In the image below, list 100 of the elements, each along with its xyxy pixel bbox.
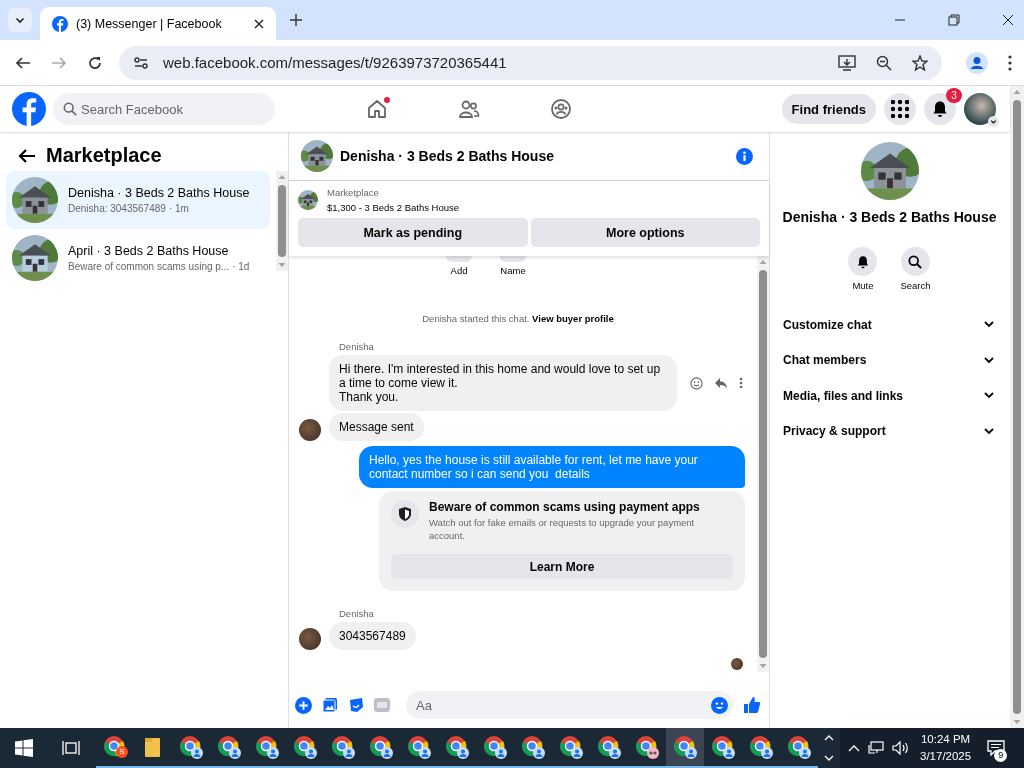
browser-icon[interactable] bbox=[596, 734, 622, 760]
site-settings-icon[interactable] bbox=[133, 54, 149, 71]
details-section[interactable]: Media, files and links bbox=[783, 378, 996, 414]
bell-icon[interactable] bbox=[931, 100, 949, 118]
message-bubble: Message sent bbox=[329, 413, 424, 441]
profile-icon[interactable] bbox=[966, 51, 988, 74]
reply-icon[interactable] bbox=[714, 377, 728, 389]
details-section[interactable]: Privacy & support bbox=[783, 413, 996, 449]
group-icon[interactable] bbox=[550, 98, 572, 120]
close-icon[interactable] bbox=[1002, 14, 1014, 26]
message-bubble: 3043567489 bbox=[329, 622, 416, 650]
listing-action-button[interactable]: More options bbox=[530, 218, 760, 247]
message-preview: Denisha: 3043567489 bbox=[68, 203, 166, 214]
clock-date[interactable]: 3/17/2025 bbox=[920, 748, 972, 765]
learn-more-button[interactable]: Learn More bbox=[391, 554, 733, 579]
browser-tab[interactable]: (3) Messenger | Facebook bbox=[40, 7, 276, 40]
sticker-icon[interactable] bbox=[348, 697, 364, 713]
caret-icon[interactable] bbox=[15, 15, 25, 25]
facebook-logo-icon[interactable] bbox=[12, 92, 46, 126]
browser-icon[interactable] bbox=[292, 734, 318, 760]
action-label: Search bbox=[900, 280, 931, 291]
thumbs-up-icon[interactable] bbox=[743, 696, 761, 714]
message-time: · 1d bbox=[232, 261, 250, 272]
mute-button[interactable] bbox=[848, 247, 878, 276]
quick-action-button[interactable]: Name bbox=[500, 256, 526, 276]
section-title: Customize chat bbox=[783, 317, 872, 332]
account-avatar[interactable] bbox=[964, 93, 996, 125]
grid-icon[interactable] bbox=[891, 100, 909, 118]
browser-icon[interactable] bbox=[520, 734, 546, 760]
emoji-icon[interactable] bbox=[711, 696, 728, 714]
sender-name: Denisha bbox=[339, 608, 375, 619]
browser-icon[interactable] bbox=[748, 734, 774, 760]
browser-icon[interactable] bbox=[368, 734, 394, 760]
address-bar[interactable]: web.facebook.com/messages/t/9263973720365441 bbox=[119, 45, 942, 80]
network-icon[interactable] bbox=[868, 741, 884, 755]
browser-icon[interactable] bbox=[558, 734, 584, 760]
system-message: Denisha started this chat. View buyer profile bbox=[421, 313, 615, 324]
caret-icon[interactable] bbox=[988, 116, 999, 127]
avatar bbox=[731, 658, 743, 670]
browser-icon[interactable] bbox=[216, 734, 242, 760]
tab-search-button[interactable] bbox=[8, 8, 32, 32]
conversation-item[interactable]: April · 3 Beds 2 Baths House Beware of common scams using p... · 1d bbox=[6, 229, 270, 287]
menu-button[interactable] bbox=[884, 93, 916, 125]
browser-icon[interactable] bbox=[178, 734, 204, 760]
install-icon[interactable] bbox=[838, 54, 856, 71]
search-button[interactable] bbox=[901, 247, 930, 276]
search-icon[interactable] bbox=[908, 254, 923, 269]
notification-center-icon[interactable] bbox=[987, 740, 1006, 756]
clock-time[interactable]: 10:24 PM bbox=[920, 731, 971, 748]
browser-icon[interactable] bbox=[786, 734, 812, 760]
restore-icon[interactable] bbox=[948, 14, 960, 26]
message-preview: Beware of common scams using p... bbox=[68, 261, 230, 272]
browser-icon[interactable] bbox=[444, 734, 470, 760]
conversation-title: Denisha · 3 Beds 2 Baths House bbox=[68, 186, 250, 200]
browser-icon[interactable] bbox=[634, 734, 660, 760]
plus-icon[interactable] bbox=[295, 696, 312, 714]
task-view-icon[interactable] bbox=[62, 740, 80, 756]
find-friends-button[interactable]: Find friends bbox=[781, 94, 876, 124]
new-tab-icon[interactable] bbox=[290, 14, 302, 26]
section-title: Privacy & support bbox=[783, 424, 886, 439]
image-icon[interactable] bbox=[322, 697, 338, 713]
bell-icon[interactable] bbox=[855, 254, 870, 269]
browser-icon[interactable] bbox=[710, 734, 736, 760]
chevron-up-icon[interactable] bbox=[848, 744, 860, 752]
emoji-icon[interactable] bbox=[690, 376, 703, 390]
search-field[interactable]: Search Facebook bbox=[53, 93, 275, 125]
zoom-icon[interactable] bbox=[876, 54, 892, 71]
menu-icon[interactable] bbox=[1008, 54, 1012, 71]
details-section[interactable]: Chat members bbox=[783, 342, 996, 378]
message-bubble: Hello, yes the house is still available for rent, let me have your contact number so i can send you details bbox=[359, 446, 745, 488]
notification-count: 9 bbox=[994, 749, 1008, 762]
back-icon[interactable] bbox=[15, 54, 31, 71]
sender-name: Denisha bbox=[339, 341, 375, 352]
info-icon[interactable] bbox=[736, 147, 753, 165]
profile-badge: S bbox=[116, 746, 128, 758]
back-arrow-icon[interactable] bbox=[18, 147, 36, 164]
browser-icon[interactable] bbox=[330, 734, 356, 760]
conversation-item[interactable]: Denisha · 3 Beds 2 Baths House Denisha: 3043567489 · 1m bbox=[6, 171, 270, 229]
browser-icon[interactable] bbox=[406, 734, 432, 760]
details-section[interactable]: Customize chat bbox=[783, 307, 996, 343]
browser-icon[interactable] bbox=[482, 734, 508, 760]
quick-action-button[interactable]: Add bbox=[446, 256, 472, 276]
home-icon[interactable] bbox=[366, 98, 388, 120]
search-icon bbox=[63, 102, 77, 116]
browser-icon[interactable] bbox=[254, 734, 280, 760]
close-icon[interactable] bbox=[254, 18, 264, 29]
view-buyer-profile-link[interactable]: View buyer profile bbox=[532, 313, 614, 324]
reload-icon[interactable] bbox=[87, 54, 103, 71]
listing-action-button[interactable]: Mark as pending bbox=[298, 218, 528, 247]
section-title: Chat members bbox=[783, 353, 867, 368]
message-time: · 1m bbox=[168, 203, 189, 214]
message-field[interactable]: Aa bbox=[406, 691, 733, 719]
more-icon[interactable] bbox=[739, 377, 743, 389]
people-icon[interactable] bbox=[458, 98, 480, 120]
facebook-icon bbox=[52, 15, 68, 32]
start-icon[interactable] bbox=[15, 739, 33, 757]
notifications-button[interactable] bbox=[924, 93, 956, 125]
speaker-icon[interactable] bbox=[892, 741, 910, 755]
browser-icon[interactable] bbox=[672, 734, 698, 760]
bookmark-star-icon[interactable] bbox=[912, 54, 928, 71]
